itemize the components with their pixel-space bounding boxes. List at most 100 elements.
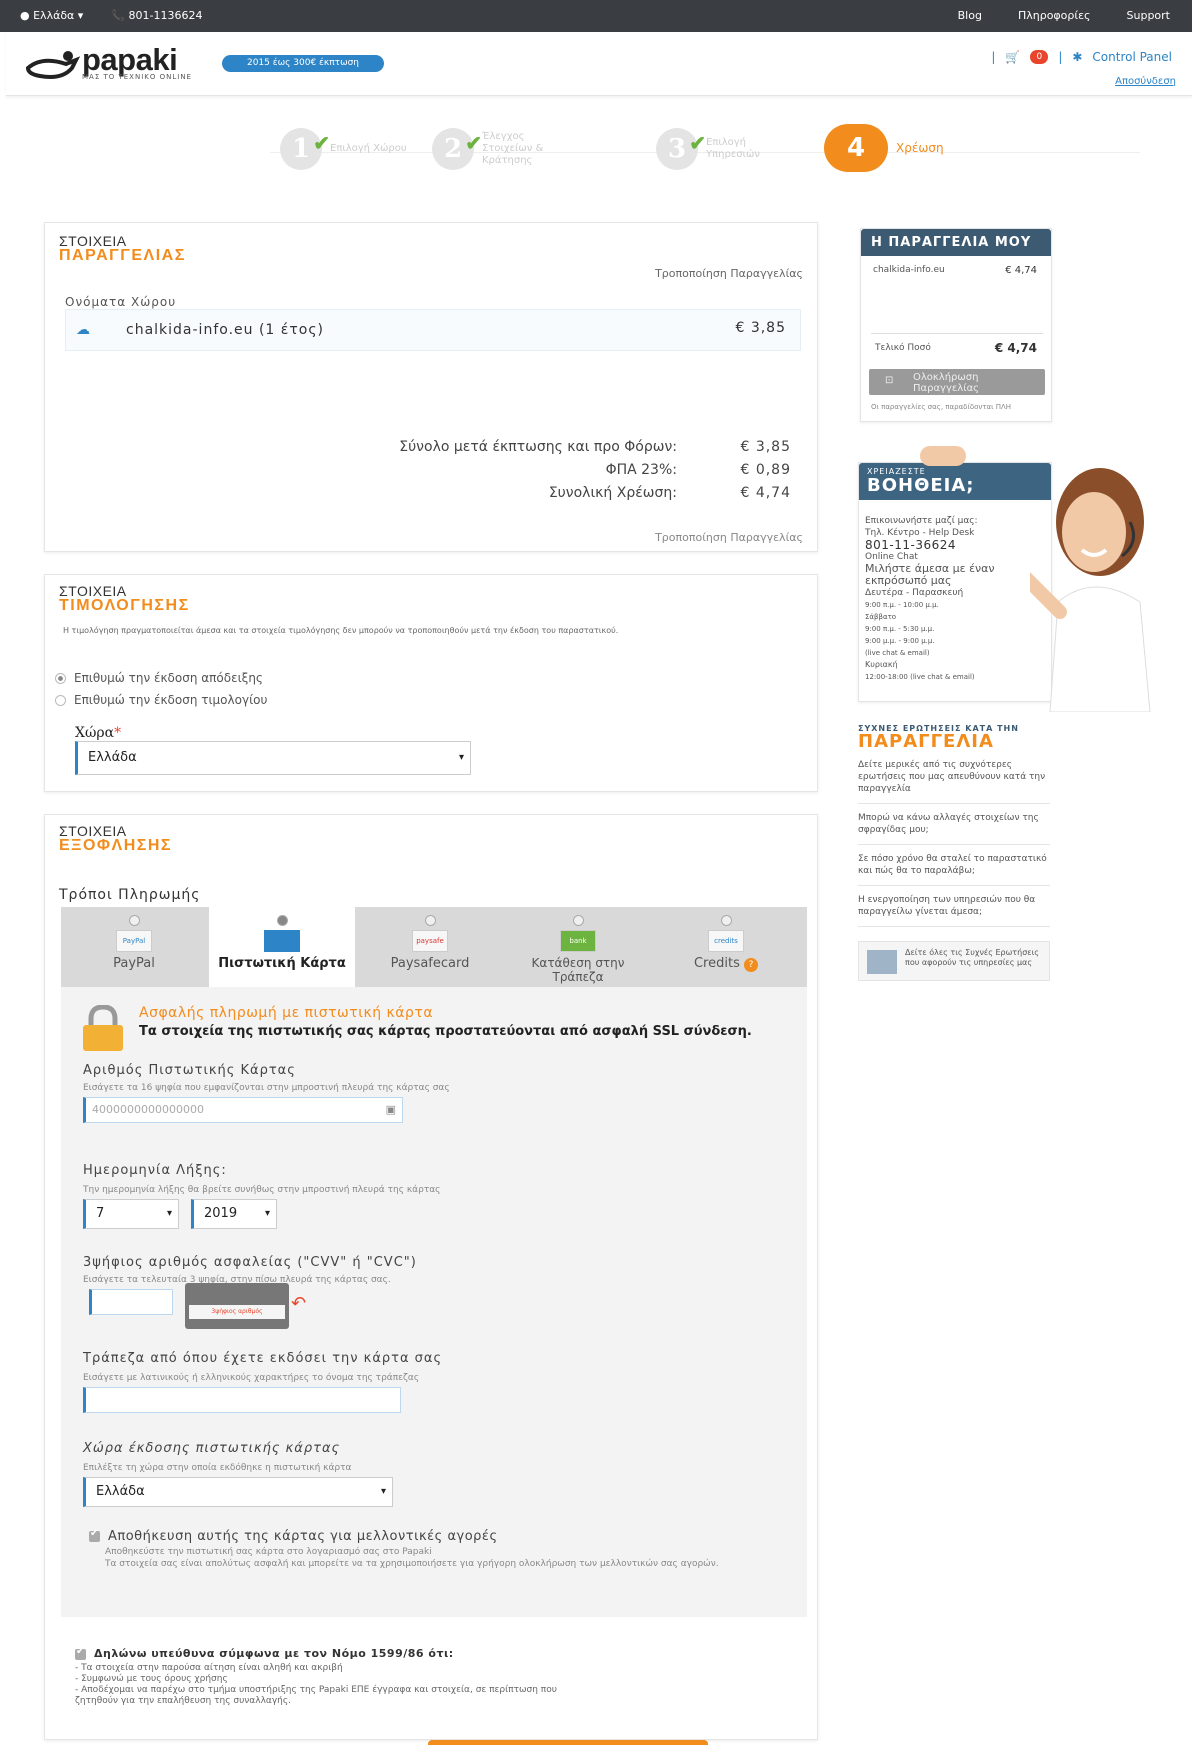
domain-price: € 3,85 (735, 320, 786, 336)
card-number-input[interactable]: 4000000000000000 ▣ (83, 1097, 403, 1123)
total-row: ΦΠΑ 23%: € 0,89 (605, 462, 791, 478)
credit-card-icon (264, 930, 300, 952)
modify-order-link[interactable]: Τροποποίηση Παραγγελίας (655, 267, 803, 280)
radio-credit-card[interactable] (276, 915, 288, 926)
topbar-link-info[interactable]: Πληροφορίες (1018, 9, 1091, 22)
secure-text: Τα στοιχεία της πιστωτικής σας κάρτας πρ… (139, 1024, 752, 1039)
save-card-checkbox[interactable] (89, 1528, 100, 1542)
control-panel-link[interactable]: Control Panel (1092, 50, 1172, 64)
top-bar: ● Ελλάδα ▾ 📞 801-1136624 Blog Πληροφορίε… (0, 0, 1192, 32)
complete-order-button[interactable]: ⊡ Ολοκλήρωση Παραγγελίας (869, 369, 1045, 395)
chevron-down-icon: ▾ (380, 1486, 386, 1497)
modify-order-link-bottom[interactable]: Τροποποίηση Παραγγελίας (655, 531, 803, 544)
order-item: chalkida-info.eu (873, 265, 945, 275)
radio-paysafecard[interactable] (424, 915, 436, 926)
bank-input[interactable] (83, 1387, 401, 1413)
tab-credits[interactable]: credits Credits ? (653, 907, 799, 987)
radio-bank-deposit[interactable] (572, 915, 584, 926)
bank-label: Τράπεζα από όπου έχετε εκδόσει την κάρτα… (83, 1351, 443, 1366)
payment-tabs: PayPal PayPal Πιστωτική Κάρτα paysafe Pa… (61, 907, 807, 987)
credits-icon: credits (708, 930, 744, 952)
billing-note: Η τιμολόγηση πραγματοποιείται άμεσα και … (63, 626, 619, 635)
radio-receipt[interactable] (55, 673, 66, 684)
promo-badge[interactable]: 2015 έως 300€ έκπτωση (222, 55, 384, 72)
paysafecard-icon: paysafe (412, 930, 448, 952)
payment-details-card: ΣΤΟΙΧΕΙΑ ΕΞΟΦΛΗΣΗΣ Τρόποι Πληρωμής PayPa… (44, 814, 818, 1740)
declaration-option[interactable]: Δηλώνω υπεύθυνα σύμφωνα με τον Νόμο 1599… (75, 1646, 454, 1660)
topbar-link-blog[interactable]: Blog (958, 9, 982, 22)
domains-label: Ονόματα Χώρου (65, 295, 177, 309)
radio-paypal[interactable] (128, 915, 140, 926)
tab-bank-deposit[interactable]: bank Κατάθεση στην Τράπεζα (505, 907, 651, 987)
declaration-checkbox[interactable] (75, 1646, 86, 1660)
my-order-panel: Η ΠΑΡΑΓΓΕΛΙΑ ΜΟΥ chalkida-info.eu € 4,74… (860, 228, 1052, 422)
section-title: ΕΞΟΦΛΗΣΗΣ (59, 837, 173, 854)
cart-icon[interactable]: 🛒 (1005, 50, 1020, 64)
location-selector[interactable]: ● Ελλάδα ▾ (20, 9, 83, 22)
save-card-option[interactable]: Αποθήκευση αυτής της κάρτας για μελλοντι… (89, 1528, 498, 1544)
secure-title: Ασφαλής πληρωμή με πιστωτική κάρτα (139, 1005, 434, 1021)
card-number-hint: Εισάγετε τα 16 ψηφία που εμφανίζονται στ… (83, 1083, 450, 1093)
agent-hand-image (920, 446, 966, 466)
expiry-year-select[interactable]: 2019 ▾ (191, 1199, 277, 1229)
issuing-country-label: Χώρα έκδοσης πιστωτικής κάρτας (83, 1441, 341, 1456)
domain-name: chalkida-info.eu (1 έτος) (126, 322, 325, 338)
terms-note: Οι παραγγελίες σας, παραδίδονται ΠΛΗ (871, 403, 1012, 411)
chevron-down-icon: ▾ (264, 1208, 270, 1219)
receipt-option[interactable]: Επιθυμώ την έκδοση απόδειξης (55, 671, 263, 685)
lock-icon: ⊡ (885, 375, 894, 386)
faq-all-link[interactable]: Δείτε όλες τις Συχνές Ερωτήσεις που αφορ… (858, 941, 1050, 981)
help-header: ΧΡΕΙΑΖΕΣΤΕ ΒΟΗΘΕΙΑ; (859, 463, 1051, 500)
faq-item[interactable]: Η ενεργοποίηση των υπηρεσιών που θα παρα… (858, 886, 1050, 927)
billing-details-card: ΣΤΟΙΧΕΙΑ ΤΙΜΟΛΟΓΗΣΗΣ Η τιμολόγηση πραγμα… (44, 574, 818, 792)
step-3: 3 ✔ Επιλογή Υπηρεσιών (656, 128, 796, 170)
bank-hint: Εισάγετε με λατινικούς ή ελληνικούς χαρα… (83, 1373, 420, 1383)
radio-credits[interactable] (720, 915, 732, 926)
tab-paypal[interactable]: PayPal PayPal (61, 907, 207, 987)
expiry-month-select[interactable]: 7 ▾ (83, 1199, 179, 1229)
order-details-card: ΣΤΟΙΧΕΙΑ ΠΑΡΑΓΓΕΛΙΑΣ Τροποποίηση Παραγγε… (44, 222, 818, 552)
faq-item[interactable]: Μπορώ να κάνω αλλαγές στοιχείων της σφρα… (858, 804, 1050, 845)
tab-credit-card[interactable]: Πιστωτική Κάρτα (209, 907, 355, 987)
my-order-title: Η ΠΑΡΑΓΓΕΛΙΑ ΜΟΥ (861, 229, 1051, 256)
faq-item[interactable]: Δείτε μερικές από τις συχνότερες ερωτήσε… (858, 751, 1050, 804)
phone-number: 📞 801-1136624 (111, 9, 203, 22)
chevron-down-icon: ▾ (166, 1208, 172, 1219)
credits-info-icon[interactable]: ? (744, 958, 758, 972)
gear-icon: ✱ (1072, 50, 1083, 64)
step-1: 1 ✔ Επιλογή Χώρου (280, 128, 420, 170)
order-totals: Σύνολο μετά έκπτωσης και προ Φόρων: € 3,8… (399, 439, 791, 508)
issuing-country-select[interactable]: Ελλάδα ▾ (83, 1477, 393, 1507)
tab-paysafecard[interactable]: paysafe Paysafecard (357, 907, 503, 987)
curved-arrow-icon: ↶ (291, 1293, 307, 1314)
domain-row: ☁ chalkida-info.eu (1 έτος) € 3,85 (65, 309, 801, 351)
checkout-steps: 1 ✔ Επιλογή Χώρου 2 ✔ Έλεγχος Στοιχείων & … (270, 124, 1140, 178)
chevron-down-icon: ▾ (458, 752, 464, 763)
faq-item[interactable]: Σε πόσο χρόνο θα σταλεί το παραστατικό κ… (858, 845, 1050, 886)
expiry-hint: Την ημερομηνία λήξης θα βρείτε συνήθως σ… (83, 1185, 441, 1195)
step-2: 2 ✔ Έλεγχος Στοιχείων & Κράτησης (432, 128, 572, 170)
cvv-card-illustration: 3ψήφιος αριθμός (185, 1283, 289, 1329)
signout-link[interactable]: Αποσύνδεση (1115, 76, 1176, 87)
faq-thumbnail-icon (867, 950, 897, 974)
expiry-label: Ημερομηνία Λήξης: (83, 1163, 227, 1178)
faq-panel: ΣΥΧΝΕΣ ΕΡΩΤΗΣΕΙΣ ΚΑΤΑ ΤΗΝ ΠΑΡΑΓΓΕΛΙΑ Δεί… (858, 724, 1050, 981)
cloud-icon: ☁ (76, 322, 90, 338)
section-title: ΠΑΡΑΓΓΕΛΙΑΣ (59, 247, 186, 264)
cvv-input[interactable] (89, 1289, 173, 1315)
papaki-logo[interactable]: papaki ΜΑΣ ΤΟ ΤΕΧΝΙΚΟ ΟΝLINE (22, 42, 212, 84)
payment-methods-label: Τρόποι Πληρωμής (59, 887, 201, 903)
paypal-icon: PayPal (116, 930, 152, 952)
invoice-option[interactable]: Επιθυμώ την έκδοση τιμολογίου (55, 693, 267, 707)
help-phone: 801-11-36624 (865, 538, 957, 552)
declaration-text: - Τα στοιχεία στην παρούσα αίτηση είναι … (75, 1663, 557, 1706)
location-pin-icon: ● (20, 9, 30, 22)
radio-invoice[interactable] (55, 695, 66, 706)
check-icon: ✔ (465, 131, 482, 155)
submit-button-edge[interactable] (428, 1740, 708, 1745)
topbar-link-support[interactable]: Support (1127, 9, 1170, 22)
bank-icon: bank (560, 930, 596, 952)
help-panel: ΧΡΕΙΑΖΕΣΤΕ ΒΟΗΘΕΙΑ; Επικοινωνήστε μαζί μ… (858, 462, 1052, 702)
card-icon: ▣ (385, 1103, 396, 1116)
country-select[interactable]: Ελλάδα ▾ (75, 741, 471, 775)
